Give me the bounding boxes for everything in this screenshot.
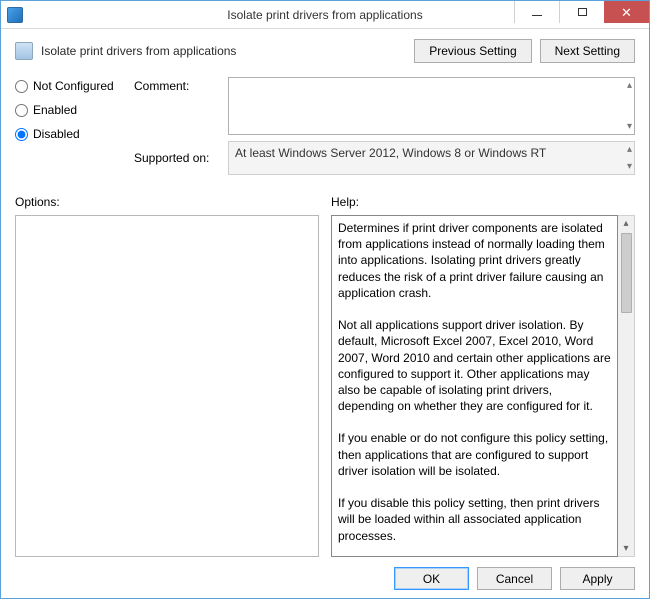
radio-enabled[interactable]: Enabled [15, 103, 130, 117]
maximize-button[interactable] [559, 1, 604, 23]
radio-disabled-input[interactable] [15, 128, 28, 141]
radio-not-configured[interactable]: Not Configured [15, 79, 130, 93]
scroll-down-icon[interactable]: ▾ [627, 161, 632, 172]
close-button[interactable]: ✕ [604, 1, 649, 23]
config-grid: Not Configured Enabled Disabled Comment:… [15, 77, 635, 181]
scrollbar-thumb[interactable] [621, 233, 632, 313]
supported-on-label: Supported on: [134, 151, 224, 165]
scroll-up-icon[interactable]: ▴ [623, 216, 628, 231]
scroll-up-icon[interactable]: ▴ [627, 80, 632, 91]
cancel-button[interactable]: Cancel [477, 567, 552, 590]
options-label: Options: [15, 195, 319, 209]
minimize-button[interactable] [514, 1, 559, 23]
scroll-down-icon[interactable]: ▾ [627, 121, 632, 132]
radio-disabled-label: Disabled [33, 127, 80, 141]
radio-enabled-input[interactable] [15, 104, 28, 117]
help-label: Help: [331, 195, 635, 209]
comment-label: Comment: [134, 77, 224, 93]
radio-not-configured-input[interactable] [15, 80, 28, 93]
close-icon: ✕ [621, 6, 632, 19]
lower-panes: Options: Help: Determines if print drive… [15, 195, 635, 557]
previous-setting-button[interactable]: Previous Setting [414, 39, 531, 63]
header-row: Isolate print drivers from applications … [15, 39, 635, 63]
scroll-up-icon[interactable]: ▴ [627, 144, 632, 155]
apply-button[interactable]: Apply [560, 567, 635, 590]
app-icon [7, 7, 23, 23]
policy-icon [15, 42, 33, 60]
radio-disabled[interactable]: Disabled [15, 127, 130, 141]
state-radio-group: Not Configured Enabled Disabled [15, 77, 130, 141]
radio-enabled-label: Enabled [33, 103, 77, 117]
titlebar[interactable]: Isolate print drivers from applications … [1, 1, 649, 29]
window-controls: ✕ [514, 1, 649, 28]
options-panel [15, 215, 319, 557]
scroll-down-icon[interactable]: ▾ [623, 541, 628, 556]
help-panel-wrap: Determines if print driver components ar… [331, 215, 635, 557]
supported-on-value: At least Windows Server 2012, Windows 8 … [235, 146, 546, 160]
dialog-body: Isolate print drivers from applications … [1, 29, 649, 598]
help-scrollbar[interactable]: ▴ ▾ [618, 215, 635, 557]
dialog-footer: OK Cancel Apply [15, 557, 635, 590]
dialog-window: Isolate print drivers from applications … [0, 0, 650, 599]
ok-button[interactable]: OK [394, 567, 469, 590]
policy-title: Isolate print drivers from applications [41, 44, 236, 58]
supported-on-box: At least Windows Server 2012, Windows 8 … [228, 141, 635, 175]
comment-textarea[interactable]: ▴ ▾ [228, 77, 635, 135]
help-panel[interactable]: Determines if print driver components ar… [331, 215, 618, 557]
next-setting-button[interactable]: Next Setting [540, 39, 635, 63]
radio-not-configured-label: Not Configured [33, 79, 114, 93]
